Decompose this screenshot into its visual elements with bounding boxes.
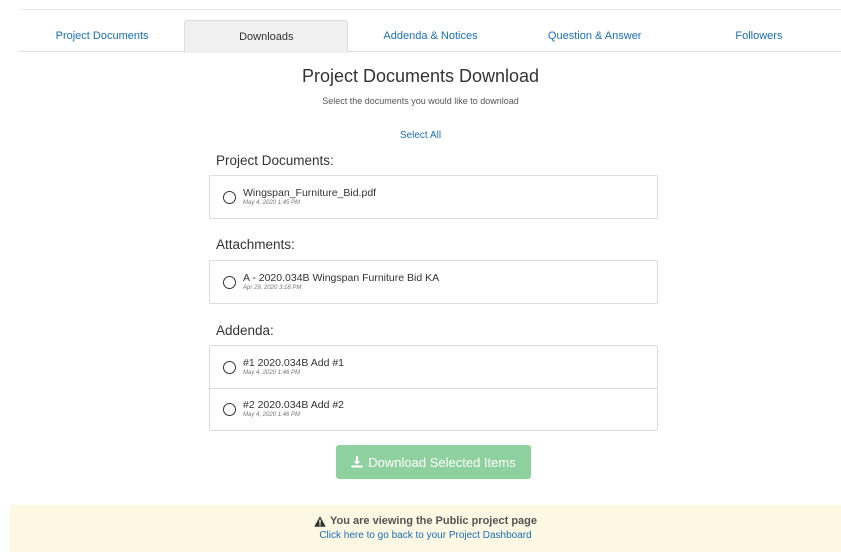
download-selected-button[interactable]: Download Selected Items <box>336 445 531 479</box>
tab-followers[interactable]: Followers <box>677 20 841 52</box>
tab-bar: Project Documents Downloads Addenda & No… <box>20 20 841 53</box>
select-all-row: Select All <box>0 130 841 141</box>
select-radio[interactable] <box>223 190 236 204</box>
top-divider <box>20 9 841 10</box>
item-text: #2 2020.034B Add #2 May 4, 2020 1:46 PM <box>243 399 344 420</box>
notice-message: You are viewing the Public project page <box>329 515 537 527</box>
list-item: A - 2020.034B Wingspan Furniture Bid KA … <box>210 261 657 303</box>
document-date: May 4, 2020 1:45 PM <box>243 199 301 206</box>
tab-downloads[interactable]: Downloads <box>184 20 349 53</box>
item-text: A - 2020.034B Wingspan Furniture Bid KA … <box>243 272 439 293</box>
section-label-attachments: Attachments: <box>216 237 295 252</box>
document-name: #1 2020.034B Add #1 <box>243 356 345 369</box>
tab-addenda-notices[interactable]: Addenda & Notices <box>348 20 512 52</box>
section-label-addenda: Addenda: <box>216 323 274 338</box>
addenda-list: #1 2020.034B Add #1 May 4, 2020 1:46 PM … <box>209 345 658 431</box>
list-item: #1 2020.034B Add #1 May 4, 2020 1:46 PM <box>210 346 657 388</box>
document-date: May 4, 2020 1:46 PM <box>243 369 301 376</box>
project-documents-list: Wingspan_Furniture_Bid.pdf May 4, 2020 1… <box>209 175 658 219</box>
notice-link-row: Click here to go back to your Project Da… <box>10 530 841 541</box>
item-text: #1 2020.034B Add #1 May 4, 2020 1:46 PM <box>243 357 344 378</box>
page-subtitle: Select the documents you would like to d… <box>322 96 519 106</box>
document-name: Wingspan_Furniture_Bid.pdf <box>243 186 377 199</box>
page-title: Project Documents Download <box>301 66 540 86</box>
warning-icon <box>314 515 326 527</box>
document-date: Apr 29, 2020 3:18 PM <box>243 284 302 291</box>
notice-message-row: You are viewing the Public project page <box>10 515 841 527</box>
download-button-label: Download Selected Items <box>368 454 516 470</box>
document-date: May 4, 2020 1:46 PM <box>243 412 301 418</box>
select-all-link[interactable]: Select All <box>400 130 441 141</box>
document-name: A - 2020.034B Wingspan Furniture Bid KA <box>243 271 440 284</box>
list-item: #2 2020.034B Add #2 May 4, 2020 1:46 PM <box>210 388 657 430</box>
attachments-list: A - 2020.034B Wingspan Furniture Bid KA … <box>209 260 658 304</box>
tab-project-documents[interactable]: Project Documents <box>20 20 184 52</box>
document-name: #2 2020.034B Add #2 <box>243 399 345 411</box>
item-text: Wingspan_Furniture_Bid.pdf May 4, 2020 1… <box>243 187 376 208</box>
list-item: Wingspan_Furniture_Bid.pdf May 4, 2020 1… <box>210 176 657 218</box>
select-radio[interactable] <box>223 275 236 289</box>
section-label-project-documents: Project Documents: <box>216 153 334 168</box>
project-dashboard-link[interactable]: Click here to go back to your Project Da… <box>319 530 531 541</box>
select-radio[interactable] <box>223 403 236 416</box>
select-radio[interactable] <box>223 360 236 374</box>
public-page-notice: You are viewing the Public project page … <box>10 505 841 552</box>
tab-question-answer[interactable]: Question & Answer <box>513 20 677 52</box>
download-icon <box>351 456 363 468</box>
